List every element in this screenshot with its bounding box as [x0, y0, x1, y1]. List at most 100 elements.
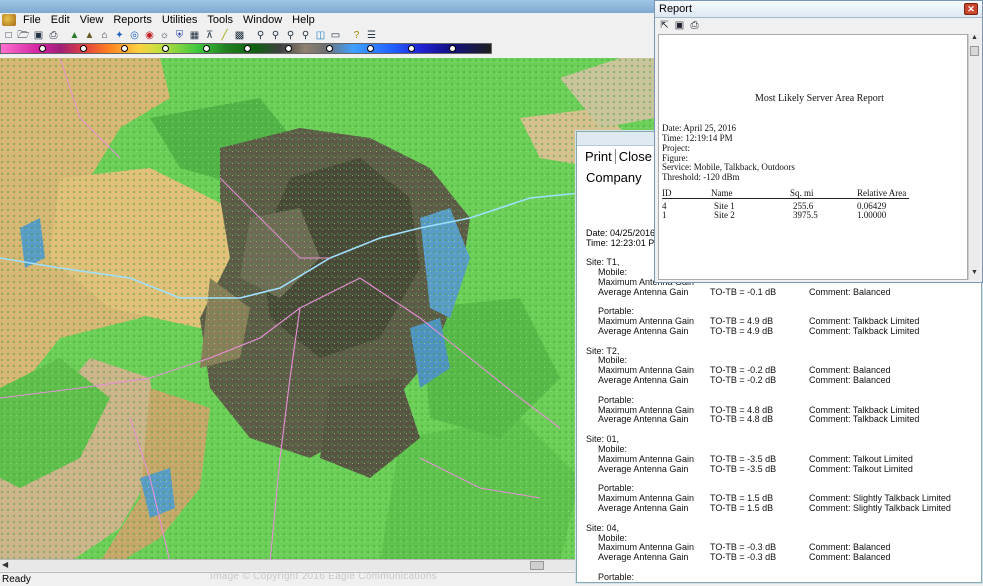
service-heading: Mobile:	[598, 267, 628, 277]
legend-marker[interactable]	[203, 45, 210, 52]
scroll-down-arrow-icon[interactable]: ▼	[971, 269, 978, 276]
gain-label: Average Antenna Gain	[598, 414, 689, 424]
contour-icon[interactable]: ▩	[233, 29, 246, 42]
report-titlebar: Report ✕	[655, 1, 982, 18]
column-header: ID	[662, 188, 672, 198]
application-window: File Edit View Reports Utilities Tools W…	[0, 0, 983, 586]
legend-icon[interactable]: ☰	[365, 29, 378, 42]
grid-icon[interactable]: ▦	[188, 29, 201, 42]
export-icon[interactable]: ⇱	[659, 20, 670, 31]
scrollbar-thumb[interactable]	[530, 561, 544, 570]
to-tb-value: TO-TB = 1.5 dB	[710, 493, 774, 503]
to-tb-value: TO-TB = 1.5 dB	[710, 503, 774, 513]
layers-icon[interactable]: ◫	[314, 29, 327, 42]
print-button[interactable]: Print	[582, 149, 616, 164]
zoom-prev-icon[interactable]: ⚲	[299, 29, 312, 42]
report-project: Project:	[662, 143, 690, 153]
coverage-icon[interactable]: ◉	[143, 29, 156, 42]
to-tb-value: TO-TB = 4.9 dB	[710, 316, 774, 326]
eraser-icon[interactable]: ▭	[329, 29, 342, 42]
close-icon[interactable]: ✕	[964, 3, 978, 15]
table-cell: 1.00000	[857, 210, 887, 220]
report-vertical-scrollbar[interactable]: ▲ ▼	[968, 34, 980, 280]
site-icon[interactable]: ✦	[113, 29, 126, 42]
gain-label: Maximum Antenna Gain	[598, 316, 695, 326]
menu-file[interactable]: File	[18, 13, 46, 27]
help-icon[interactable]: ?	[350, 29, 363, 42]
close-button[interactable]: Close	[616, 149, 656, 164]
service-heading: Portable:	[598, 306, 635, 316]
service-heading: Portable:	[598, 572, 635, 582]
menu-reports[interactable]: Reports	[108, 13, 157, 27]
balance-comment: Comment: Balanced	[809, 542, 891, 552]
signal-color-legend[interactable]	[0, 43, 492, 54]
gain-label: Average Antenna Gain	[598, 464, 689, 474]
to-tb-value: TO-TB = 4.8 dB	[710, 414, 774, 424]
service-heading: Mobile:	[598, 355, 628, 365]
save-icon[interactable]: ▣	[674, 20, 685, 31]
balance-comment: Comment: Talkout Limited	[809, 464, 913, 474]
balance-comment: Comment: Balanced	[809, 287, 891, 297]
legend-marker[interactable]	[326, 45, 333, 52]
zoom-fit-icon[interactable]: ⚲	[284, 29, 297, 42]
scroll-left-arrow-icon[interactable]: ◀	[2, 560, 8, 569]
table-cell: 3975.5	[793, 210, 818, 220]
gain-label: Average Antenna Gain	[598, 375, 689, 385]
gain-label: Maximum Antenna Gain	[598, 542, 695, 552]
column-header: Sq. mi	[790, 188, 814, 198]
path-icon[interactable]: ╱	[218, 29, 231, 42]
menu-edit[interactable]: Edit	[46, 13, 75, 27]
coverage-map[interactable]	[0, 58, 655, 562]
legend-marker[interactable]	[367, 45, 374, 52]
service-heading: Portable:	[598, 483, 635, 493]
report-time: Time: 12:19:14 PM	[662, 133, 733, 143]
to-tb-value: TO-TB = -3.5 dB	[710, 454, 777, 464]
new-icon[interactable]: □	[2, 29, 15, 42]
site-heading: Site: 04,	[586, 523, 620, 533]
legend-marker[interactable]	[162, 45, 169, 52]
zoom-in-icon[interactable]: ⚲	[254, 29, 267, 42]
scroll-up-arrow-icon[interactable]: ▲	[971, 34, 978, 41]
terrain-map-graphic	[0, 58, 655, 562]
legend-marker[interactable]	[121, 45, 128, 52]
zoom-out-icon[interactable]: ⚲	[269, 29, 282, 42]
open-icon[interactable]: 🗁	[17, 29, 30, 42]
to-tb-value: TO-TB = -0.1 dB	[710, 287, 777, 297]
service-heading: Mobile:	[598, 444, 628, 454]
gain-label: Maximum Antenna Gain	[598, 365, 695, 375]
app-icon[interactable]	[2, 14, 16, 26]
report-service: Service: Mobile, Talkback, Outdoors	[662, 162, 795, 172]
legend-marker[interactable]	[408, 45, 415, 52]
scrollbar-thumb[interactable]	[970, 46, 979, 56]
compass-icon[interactable]: ☼	[158, 29, 171, 42]
menu-view[interactable]: View	[75, 13, 109, 27]
legend-marker[interactable]	[80, 45, 87, 52]
menu-window[interactable]: Window	[238, 13, 287, 27]
map-horizontal-scrollbar[interactable]: ◀	[0, 559, 578, 571]
site-heading: Site: 01,	[586, 434, 620, 444]
legend-marker[interactable]	[244, 45, 251, 52]
balance-comment: Comment: Talkout Limited	[809, 454, 913, 464]
to-tb-value: TO-TB = -0.2 dB	[710, 375, 777, 385]
terrain-icon[interactable]: ▲	[68, 29, 81, 42]
site-heading: Site: T1,	[586, 257, 620, 267]
print-icon[interactable]: ⎙	[689, 20, 700, 31]
shield-icon[interactable]: ⛨	[173, 29, 186, 42]
legend-marker[interactable]	[39, 45, 46, 52]
report-threshold: Threshold: -120 dBm	[662, 172, 740, 182]
target-icon[interactable]: ◎	[128, 29, 141, 42]
menu-tools[interactable]: Tools	[202, 13, 238, 27]
gain-label: Average Antenna Gain	[598, 503, 689, 513]
legend-marker[interactable]	[449, 45, 456, 52]
gain-label: Average Antenna Gain	[598, 287, 689, 297]
balance-comment: Comment: Talkback Limited	[809, 414, 920, 424]
antenna-icon[interactable]: ⊼	[203, 29, 216, 42]
home-icon[interactable]: ⌂	[98, 29, 111, 42]
save-icon[interactable]: ▣	[32, 29, 45, 42]
legend-marker[interactable]	[285, 45, 292, 52]
menu-help[interactable]: Help	[287, 13, 320, 27]
detail-time: Time: 12:23:01 PM	[586, 238, 662, 248]
menu-utilities[interactable]: Utilities	[157, 13, 202, 27]
print-icon[interactable]: ⎙	[47, 29, 60, 42]
terrain2-icon[interactable]: ▲	[83, 29, 96, 42]
